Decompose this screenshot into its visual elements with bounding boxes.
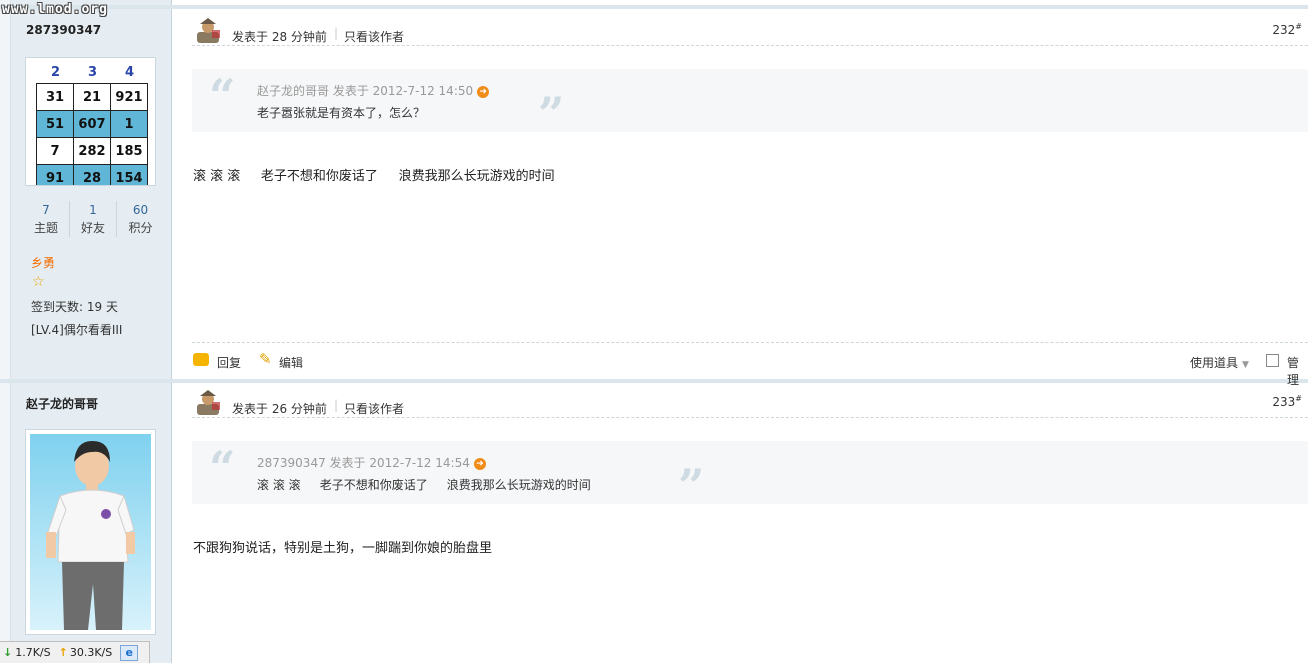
grid-cell: 282 xyxy=(73,137,111,165)
post-message: 滚 滚 滚 老子不想和你废话了 浪费我那么长玩游戏的时间 xyxy=(193,169,555,184)
grid-cell: 154 xyxy=(110,164,148,185)
download-arrow-icon: ↓ xyxy=(3,646,13,659)
grid-cell: 607 xyxy=(73,110,111,138)
pencil-icon[interactable]: ✎ xyxy=(259,350,272,368)
floor-number[interactable]: 232# xyxy=(1272,22,1302,37)
edit-button[interactable]: 编辑 xyxy=(279,354,303,371)
stat-points[interactable]: 60 积分 xyxy=(117,201,164,237)
chevron-down-icon: ▼ xyxy=(1242,360,1249,370)
left-gutter xyxy=(0,0,11,663)
watermark: www.lmod.org xyxy=(2,2,108,17)
grid-header-cell: 3 xyxy=(87,65,98,80)
quote-block: “ 287390347 发表于 2012-7-12 14:54 ➜ 滚 滚 滚 老… xyxy=(192,441,1308,513)
author-name[interactable]: 287390347 xyxy=(26,23,101,37)
quote-meta-text: 赵子龙的哥哥 发表于 2012-7-12 14:50 xyxy=(257,84,474,98)
upload-arrow-icon: ↑ xyxy=(58,646,68,659)
grid-cell: 28 xyxy=(73,164,111,185)
stat-friends[interactable]: 1 好友 xyxy=(70,201,117,237)
post-time: 发表于 26 分钟前 xyxy=(232,402,327,416)
user-rank[interactable]: 乡勇 xyxy=(31,254,55,271)
tools-label: 使用道具 xyxy=(1190,356,1239,370)
jump-to-post-icon[interactable]: ➜ xyxy=(477,86,490,98)
stat-threads[interactable]: 7 主题 xyxy=(23,201,70,237)
grid-header-cell: 2 xyxy=(50,65,61,80)
post-divider xyxy=(0,379,1308,383)
quote-body: 滚 滚 滚 老子不想和你废话了 浪费我那么长玩游戏的时间 xyxy=(257,478,591,492)
reply-button[interactable]: 回复 xyxy=(217,354,241,371)
jump-to-post-icon[interactable]: ➜ xyxy=(473,458,486,470)
manage-label[interactable]: 管理 xyxy=(1287,354,1308,388)
quote-meta: 赵子龙的哥哥 发表于 2012-7-12 14:50 ➜ xyxy=(257,82,490,99)
separator: | xyxy=(334,398,339,412)
quote-block: “ 赵子龙的哥哥 发表于 2012-7-12 14:50 ➜ 老子嚣张就是有资本了… xyxy=(192,69,1308,141)
avatar-grid-header: 2 3 4 xyxy=(37,65,148,80)
floor-value: 232 xyxy=(1272,23,1296,37)
grid-cell: 185 xyxy=(110,137,148,165)
star-icon: ☆ xyxy=(32,274,45,290)
post-actions: 回复 ✎ 编辑 使用道具 ▼ 管理 xyxy=(192,342,1308,387)
download-speed: 1.7K/S xyxy=(15,646,51,659)
quote-meta-text: 287390347 发表于 2012-7-12 14:54 xyxy=(257,456,470,470)
network-status-bar: ↓ 1.7K/S ↑ 30.3K/S e xyxy=(0,641,150,663)
grid-cell: 1 xyxy=(110,110,148,138)
grid-cell: 51 xyxy=(36,110,74,138)
avatar[interactable]: 2 3 4 31 21 921 51 607 1 7 282 185 91 28… xyxy=(25,57,156,186)
quote-body: 老子嚣张就是有资本了，怎么？ xyxy=(257,106,426,120)
manage-checkbox[interactable] xyxy=(1266,354,1279,367)
floor-value: 233 xyxy=(1272,395,1296,409)
author-stats: 7 主题 1 好友 60 积分 xyxy=(23,201,164,237)
post-time: 发表于 28 分钟前 xyxy=(232,30,327,44)
only-author-link[interactable]: 只看该作者 xyxy=(344,400,404,417)
close-quote-icon: ” xyxy=(678,459,705,513)
only-author-link[interactable]: 只看该作者 xyxy=(344,28,404,45)
avatar[interactable] xyxy=(25,429,156,635)
stat-value: 7 xyxy=(42,203,50,217)
close-quote-icon: ” xyxy=(538,87,565,141)
user-level: [LV.4]偶尔看看III xyxy=(31,323,123,337)
grid-cell: 21 xyxy=(73,83,111,111)
online-status-icon xyxy=(197,18,220,43)
stat-value: 60 xyxy=(132,203,149,217)
grid-header-cell: 4 xyxy=(124,65,135,80)
stat-value: 1 xyxy=(89,203,97,217)
post-divider xyxy=(0,5,1308,9)
grid-cell: 921 xyxy=(110,83,148,111)
post-header: 发表于 26 分钟前 | 只看该作者 233# xyxy=(192,390,1308,418)
post-header: 发表于 28 分钟前 | 只看该作者 232# xyxy=(192,18,1308,46)
upload-speed: 30.3K/S xyxy=(69,646,113,659)
stat-label: 好友 xyxy=(80,221,105,235)
stat-label: 主题 xyxy=(33,221,58,235)
avatar-image xyxy=(30,434,151,630)
open-quote-icon: “ xyxy=(209,69,236,123)
reply-icon[interactable] xyxy=(193,353,209,366)
sign-in-days: 签到天数: 19 天 xyxy=(31,300,118,314)
open-quote-icon: “ xyxy=(209,441,236,495)
floor-number[interactable]: 233# xyxy=(1272,394,1302,409)
person-avatar-icon xyxy=(46,440,135,630)
stat-label: 积分 xyxy=(128,221,153,235)
author-name[interactable]: 赵子龙的哥哥 xyxy=(26,395,98,412)
floor-mark: # xyxy=(1295,394,1302,403)
quote-meta: 287390347 发表于 2012-7-12 14:54 ➜ xyxy=(257,454,486,471)
grid-cell: 31 xyxy=(36,83,74,111)
grid-cell: 91 xyxy=(36,164,74,185)
grid-cell: 7 xyxy=(36,137,74,165)
ie-browser-icon[interactable]: e xyxy=(120,644,139,661)
post-message: 不跟狗狗说话，特别是土狗，一脚踹到你娘的胎盘里 xyxy=(193,541,493,556)
separator: | xyxy=(334,26,339,40)
avatar-grid: 31 21 921 51 607 1 7 282 185 91 28 154 xyxy=(36,83,148,185)
use-tools-dropdown[interactable]: 使用道具 ▼ xyxy=(1190,354,1249,371)
online-status-icon xyxy=(197,390,220,415)
floor-mark: # xyxy=(1295,22,1302,31)
